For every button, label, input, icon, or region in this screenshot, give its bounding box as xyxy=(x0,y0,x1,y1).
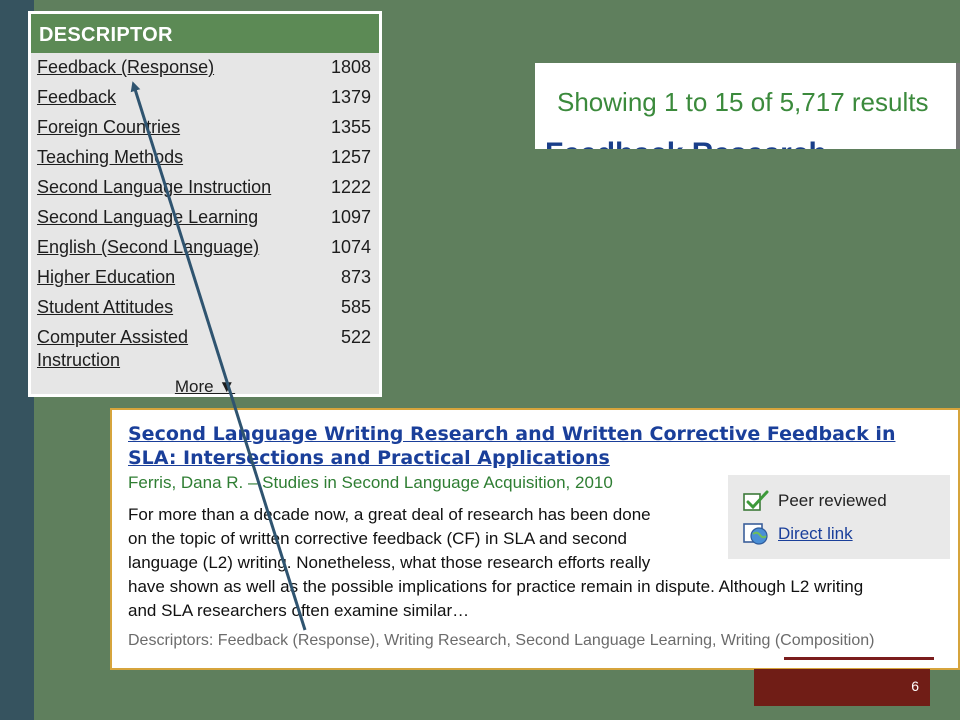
annotation-underline xyxy=(784,657,934,660)
descriptor-count: 1097 xyxy=(330,207,371,227)
descriptor-count: 585 xyxy=(340,297,371,317)
abstract-line: have shown as well as the possible impli… xyxy=(128,577,864,596)
slide-number-box: 6 xyxy=(754,669,930,706)
direct-link[interactable]: Direct link xyxy=(778,524,853,544)
descriptor-item-teaching-methods: Teaching Methods 1257 xyxy=(31,146,379,169)
slide-number: 6 xyxy=(911,678,919,694)
descriptor-panel-header: DESCRIPTOR xyxy=(31,14,379,53)
next-result-title-fragment[interactable]: Feedback Research xyxy=(545,137,827,149)
direct-link-item[interactable]: Direct link xyxy=(742,522,853,546)
record-side-actions: Peer reviewed Direct link xyxy=(728,475,950,559)
descriptor-count: 1808 xyxy=(330,57,371,77)
descriptor-item-feedback-response: Feedback (Response) 1808 xyxy=(31,56,379,79)
descriptor-link[interactable]: Foreign Countries xyxy=(37,116,180,139)
direct-link-globe-icon xyxy=(743,523,768,545)
descriptor-item-second-language-instruction: Second Language Instruction 1222 xyxy=(31,176,379,199)
descriptor-more: More ▼ xyxy=(31,377,379,397)
peer-reviewed-check-icon xyxy=(743,490,769,511)
descriptor-list: Feedback (Response) 1808 Feedback 1379 F… xyxy=(31,53,379,372)
descriptor-item-second-language-learning: Second Language Learning 1097 xyxy=(31,206,379,229)
abstract-line: and SLA researchers often examine simila… xyxy=(128,601,470,620)
descriptor-count: 873 xyxy=(340,267,371,287)
descriptor-link[interactable]: Higher Education xyxy=(37,266,175,289)
descriptor-item-student-attitudes: Student Attitudes 585 xyxy=(31,296,379,319)
results-count-text: Showing 1 to 15 of 5,717 results xyxy=(557,87,929,117)
peer-reviewed-label: Peer reviewed xyxy=(778,491,887,510)
descriptor-link[interactable]: Teaching Methods xyxy=(37,146,183,169)
descriptor-link[interactable]: English (Second Language) xyxy=(37,236,259,259)
descriptor-item-feedback: Feedback 1379 xyxy=(31,86,379,109)
descriptor-count: 522 xyxy=(340,327,371,347)
descriptor-count: 1379 xyxy=(330,87,371,107)
record-descriptors: Descriptors: Feedback (Response), Writin… xyxy=(128,632,875,649)
descriptor-link[interactable]: Feedback xyxy=(37,86,116,109)
descriptor-count: 1074 xyxy=(330,237,371,257)
descriptor-item-higher-education: Higher Education 873 xyxy=(31,266,379,289)
descriptor-link[interactable]: Feedback (Response) xyxy=(37,56,214,79)
peer-reviewed-badge: Peer reviewed xyxy=(742,489,887,513)
descriptor-item-computer-assisted-instruction: Computer Assisted Instruction 522 xyxy=(31,326,379,372)
results-count-crop: Showing 1 to 15 of 5,717 results Feedbac… xyxy=(535,63,960,149)
descriptor-link[interactable]: Student Attitudes xyxy=(37,296,173,319)
descriptor-link[interactable]: Second Language Instruction xyxy=(37,176,271,199)
descriptor-item-english-second-language: English (Second Language) 1074 xyxy=(31,236,379,259)
descriptor-item-foreign-countries: Foreign Countries 1355 xyxy=(31,116,379,139)
scrollbar-edge xyxy=(956,63,960,149)
descriptor-link[interactable]: Computer Assisted Instruction xyxy=(37,326,212,372)
more-descriptors-link[interactable]: More ▼ xyxy=(175,377,235,396)
record-title-link[interactable]: Second Language Writing Research and Wri… xyxy=(128,422,948,470)
descriptor-link[interactable]: Second Language Learning xyxy=(37,206,258,229)
descriptor-count: 1257 xyxy=(330,147,371,167)
search-result-record: Second Language Writing Research and Wri… xyxy=(110,408,960,670)
descriptor-count: 1222 xyxy=(330,177,371,197)
record-author-source: Ferris, Dana R. – Studies in Second Lang… xyxy=(128,473,613,492)
descriptor-count: 1355 xyxy=(330,117,371,137)
descriptor-facet-panel: DESCRIPTOR Feedback (Response) 1808 Feed… xyxy=(28,11,382,397)
